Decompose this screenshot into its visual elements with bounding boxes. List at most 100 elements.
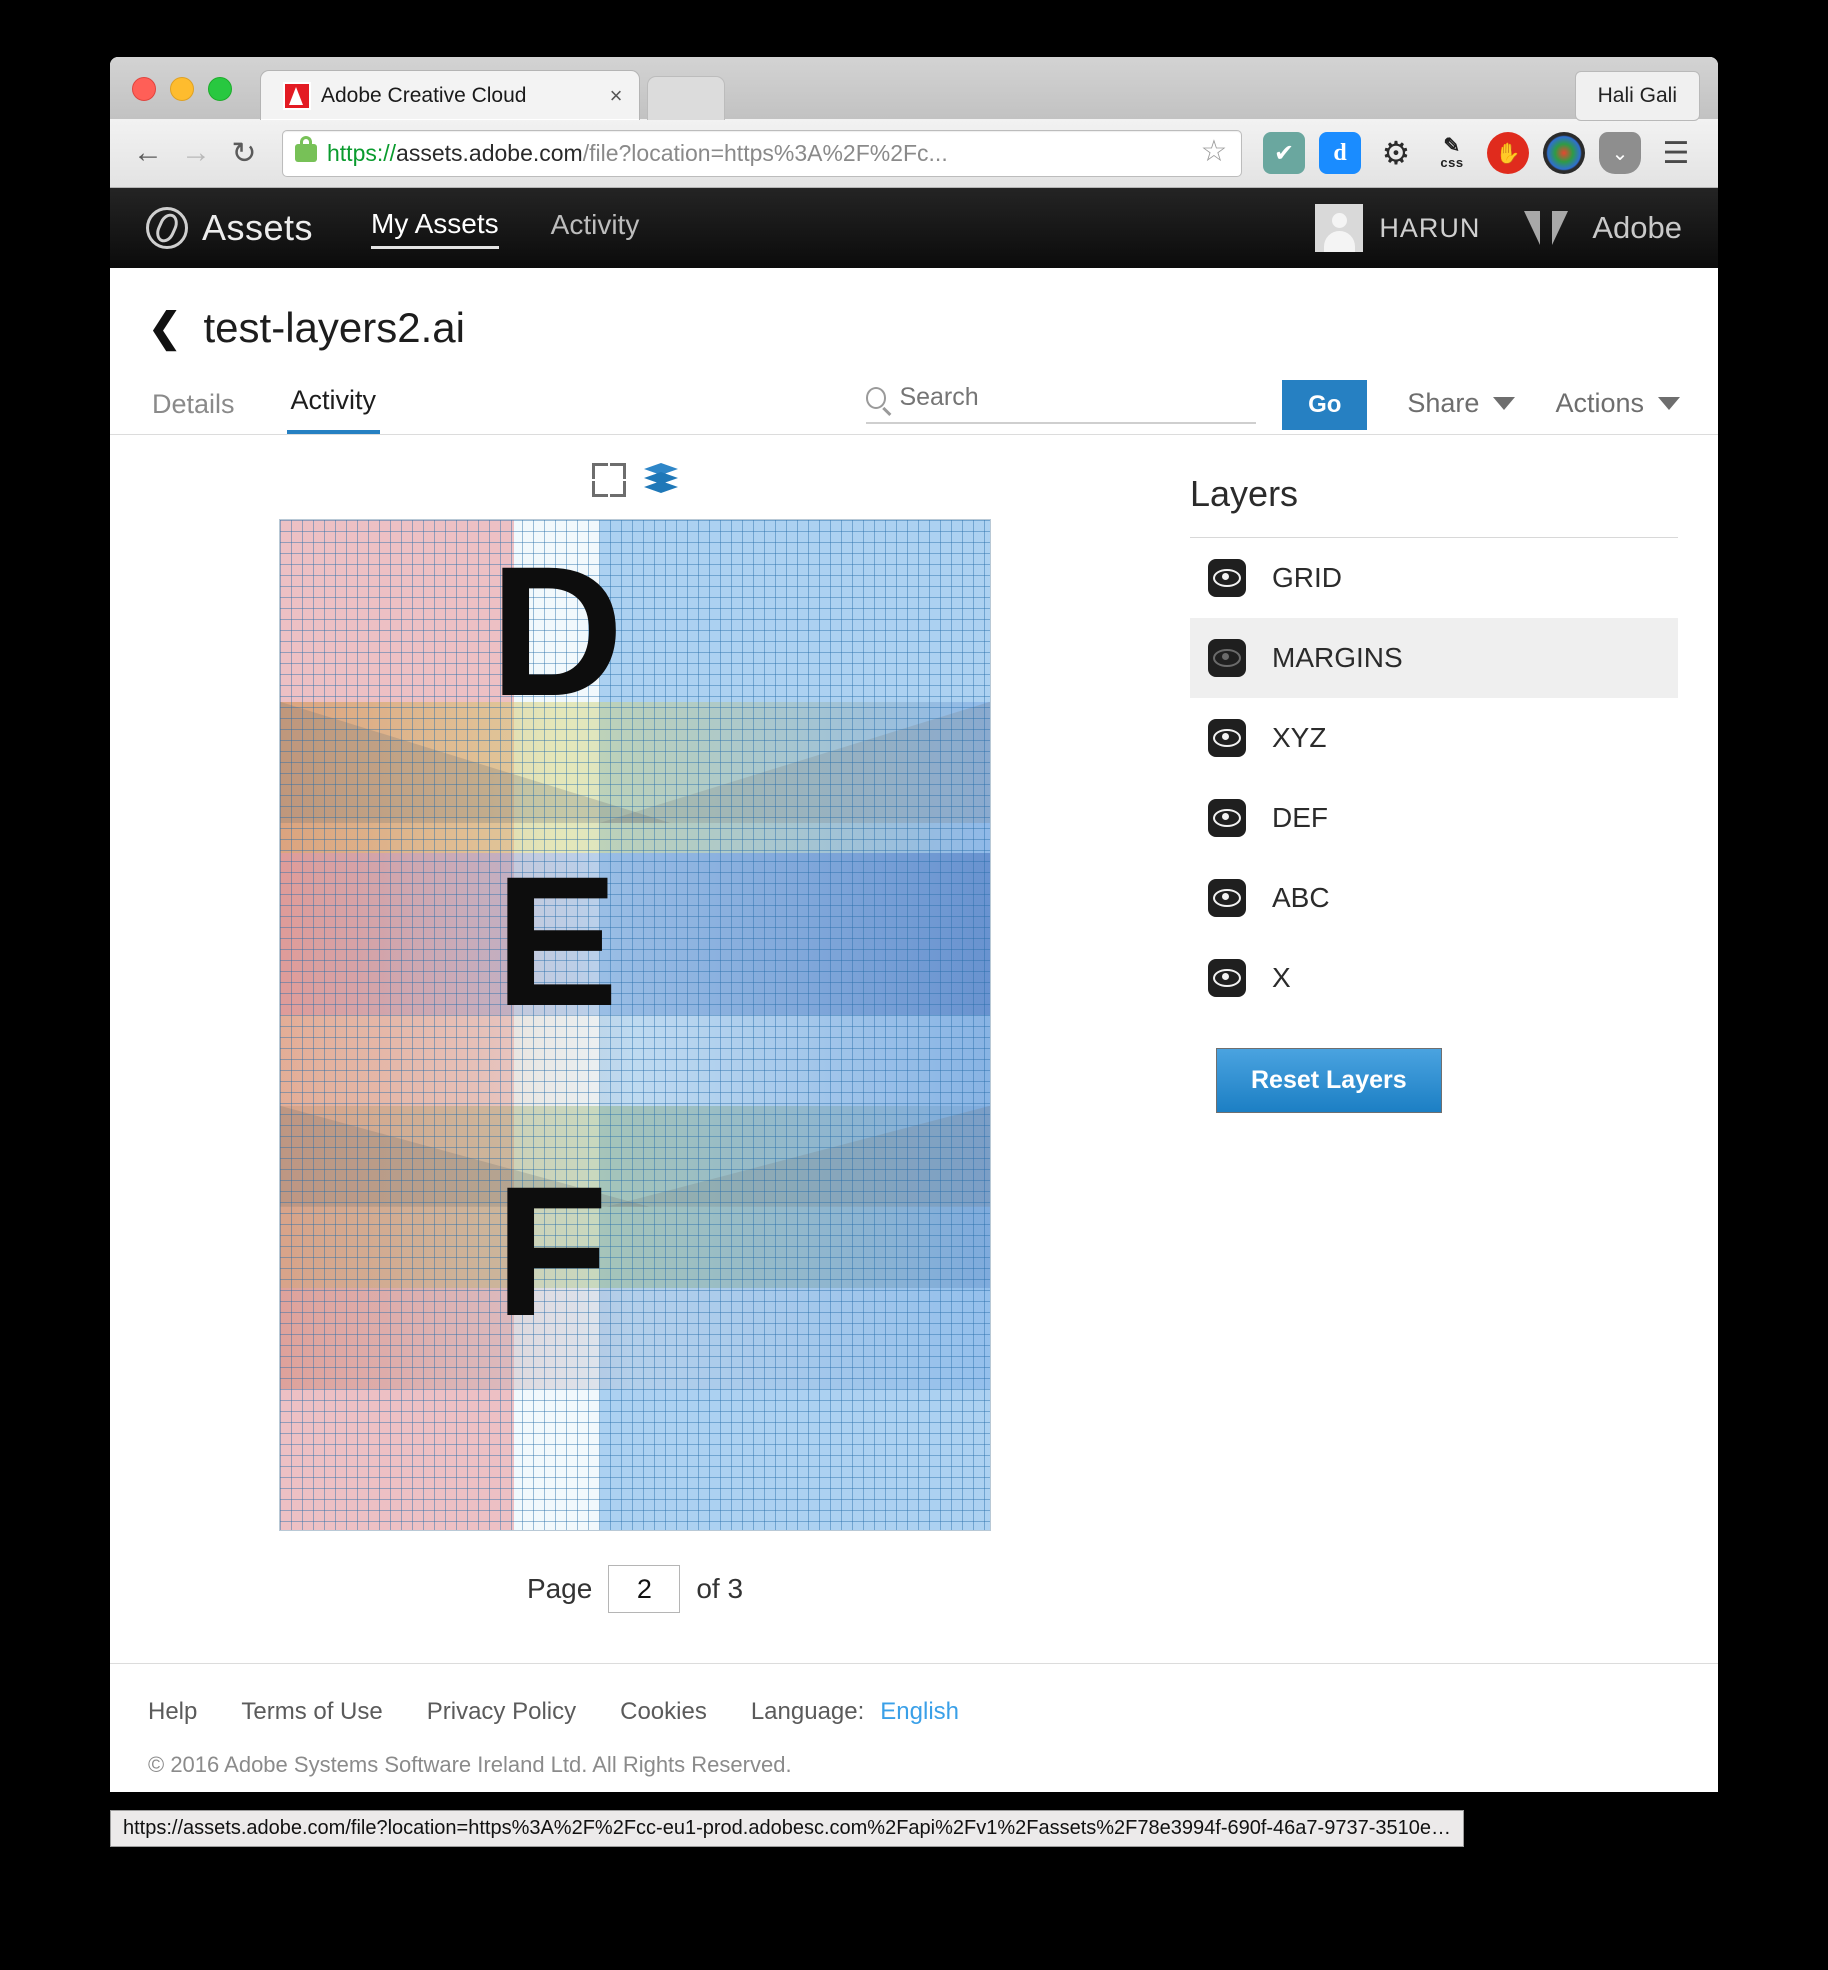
search-area: Go Share Actions xyxy=(866,380,1680,434)
chevron-down-icon xyxy=(1493,396,1516,410)
page-title: test-layers2.ai xyxy=(203,304,465,351)
browser-status-bar: https://assets.adobe.com/file?location=h… xyxy=(110,1810,1464,1847)
reload-icon[interactable]: ↻ xyxy=(222,131,266,175)
eye-off-icon[interactable] xyxy=(1208,639,1246,677)
browser-tab-title: Adobe Creative Cloud xyxy=(321,83,527,107)
share-label: Share xyxy=(1407,387,1480,418)
back-icon[interactable]: ← xyxy=(126,131,170,175)
browser-window: Adobe Creative Cloud × Hali Gali ← → ↻ h… xyxy=(110,57,1718,1792)
layer-row-margins[interactable]: MARGINS xyxy=(1190,618,1678,698)
language-value[interactable]: English xyxy=(880,1698,959,1726)
reset-layers-button[interactable]: Reset Layers xyxy=(1216,1048,1442,1113)
layer-row-abc[interactable]: ABC xyxy=(1190,858,1678,938)
browser-tab-strip: Adobe Creative Cloud × Hali Gali xyxy=(110,57,1718,121)
eye-icon[interactable] xyxy=(1208,799,1246,837)
back-chevron-icon[interactable]: ❮ xyxy=(148,308,182,348)
eye-icon[interactable] xyxy=(1208,959,1246,997)
forward-icon[interactable]: → xyxy=(174,131,218,175)
layer-name: GRID xyxy=(1272,562,1342,593)
search-box[interactable] xyxy=(866,382,1257,424)
layer-name: XYZ xyxy=(1272,722,1327,753)
page-label: Page xyxy=(526,1573,593,1604)
asset-tabs-row: Details Activity Go Share Actions xyxy=(110,374,1718,435)
new-tab-button[interactable] xyxy=(647,76,725,120)
adobe-logo-icon xyxy=(1524,211,1569,245)
adobe-wordmark: Adobe xyxy=(1592,210,1682,245)
app-bar-right: HARUN Adobe xyxy=(1315,204,1682,252)
url-host: assets.adobe.com xyxy=(396,139,583,166)
layer-name: MARGINS xyxy=(1272,642,1403,673)
language-label: Language: xyxy=(750,1698,865,1725)
layer-name: ABC xyxy=(1272,882,1330,913)
browser-toolbar: ← → ↻ https://assets.adobe.com/file?loca… xyxy=(110,119,1718,188)
layers-heading: Layers xyxy=(1190,473,1678,538)
close-window-button[interactable] xyxy=(132,77,156,101)
browser-menu-icon[interactable]: ☰ xyxy=(1655,132,1697,174)
css-editor-icon[interactable]: ✎ css xyxy=(1431,132,1473,174)
app-nav: My Assets Activity xyxy=(371,208,639,249)
footer-link-terms[interactable]: Terms of Use xyxy=(241,1698,382,1726)
douban-icon[interactable]: d xyxy=(1319,132,1361,174)
adblock-icon[interactable]: ✋ xyxy=(1487,132,1529,174)
chevron-down-icon xyxy=(1658,396,1680,410)
page-number-input[interactable] xyxy=(608,1565,681,1613)
page-total: of 3 xyxy=(696,1573,744,1604)
address-bar-url: https://assets.adobe.com/file?location=h… xyxy=(327,140,1199,167)
maximize-window-button[interactable] xyxy=(208,77,232,101)
layer-row-grid[interactable]: GRID xyxy=(1190,538,1678,618)
layer-row-xyz[interactable]: XYZ xyxy=(1190,698,1678,778)
grid-layer xyxy=(280,520,990,1530)
screenshot-camera-icon[interactable] xyxy=(1543,132,1585,174)
asset-title-row: ❮ test-layers2.ai xyxy=(110,268,1718,352)
eye-icon[interactable] xyxy=(1208,559,1246,597)
tab-details[interactable]: Details xyxy=(148,389,239,434)
artboard-letter: F xyxy=(495,1149,609,1355)
page-footer: Help Terms of Use Privacy Policy Cookies… xyxy=(110,1664,1718,1726)
layer-row-x[interactable]: X xyxy=(1190,938,1678,1018)
artboard-letter: D xyxy=(490,529,624,735)
search-icon xyxy=(866,386,887,409)
layer-row-def[interactable]: DEF xyxy=(1190,778,1678,858)
css-label: css xyxy=(1440,154,1464,170)
minimize-window-button[interactable] xyxy=(170,77,194,101)
window-controls[interactable] xyxy=(132,77,232,101)
todoist-icon[interactable]: ✔ xyxy=(1263,132,1305,174)
url-path: /file?location=https%3A%2F%2Fc... xyxy=(582,139,948,166)
fullscreen-icon[interactable] xyxy=(592,463,626,497)
tab-activity[interactable]: Activity xyxy=(286,385,381,434)
actions-label: Actions xyxy=(1555,387,1644,418)
layer-name: X xyxy=(1272,962,1291,993)
eye-icon[interactable] xyxy=(1208,879,1246,917)
browser-tab[interactable]: Adobe Creative Cloud × xyxy=(260,70,640,120)
footer-link-cookies[interactable]: Cookies xyxy=(620,1698,707,1726)
layers-icon[interactable] xyxy=(644,463,678,493)
creative-cloud-logo-icon xyxy=(146,207,188,249)
pocket-icon[interactable]: ⌄ xyxy=(1599,132,1641,174)
address-bar[interactable]: https://assets.adobe.com/file?location=h… xyxy=(282,129,1242,177)
gear-icon[interactable]: ⚙ xyxy=(1375,132,1417,174)
layers-panel: Layers GRID MARGINS XYZ DEF ABC X Reset … xyxy=(1160,435,1718,1613)
page-content: Assets My Assets Activity HARUN Adobe ❮ … xyxy=(110,188,1718,1792)
browser-profile-chip[interactable]: Hali Gali xyxy=(1574,71,1700,121)
nav-my-assets[interactable]: My Assets xyxy=(371,208,499,249)
nav-activity[interactable]: Activity xyxy=(551,209,640,247)
avatar[interactable] xyxy=(1315,204,1364,252)
asset-viewer: D E F Page of 3 Layers GRID xyxy=(110,435,1718,1613)
layer-name: DEF xyxy=(1272,802,1328,833)
eye-icon[interactable] xyxy=(1208,719,1246,757)
footer-link-privacy[interactable]: Privacy Policy xyxy=(427,1698,576,1726)
url-scheme: https:// xyxy=(327,139,397,166)
user-name[interactable]: HARUN xyxy=(1379,213,1480,244)
search-input[interactable] xyxy=(897,382,1257,413)
bookmark-star-icon[interactable]: ☆ xyxy=(1199,137,1229,168)
actions-dropdown[interactable]: Actions xyxy=(1555,388,1680,419)
artboard-letter: E xyxy=(495,839,619,1045)
adobe-favicon-icon xyxy=(283,81,311,110)
footer-link-help[interactable]: Help xyxy=(148,1698,197,1726)
artboard-preview[interactable]: D E F xyxy=(279,519,991,1531)
go-button[interactable]: Go xyxy=(1282,380,1368,430)
close-tab-icon[interactable]: × xyxy=(599,83,633,109)
pencil-icon: ✎ xyxy=(1443,134,1461,157)
share-dropdown[interactable]: Share xyxy=(1407,387,1516,419)
preview-column: D E F Page of 3 xyxy=(110,435,1160,1613)
